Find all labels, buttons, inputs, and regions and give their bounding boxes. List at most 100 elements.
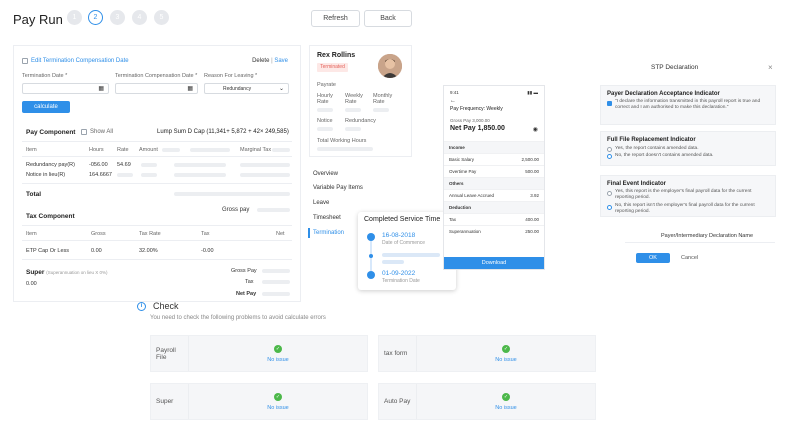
cancel-button[interactable]: Cancel	[681, 255, 698, 261]
step-1[interactable]: 1	[67, 10, 82, 25]
employee-card: Rex Rollins Terminated Payrate Hourly Ra…	[309, 45, 412, 157]
delete-link[interactable]: Delete	[252, 58, 269, 64]
payrate-label: Payrate	[317, 82, 336, 88]
compensation-date-label: Termination Compensation Date *	[115, 73, 198, 79]
notice-label: Notice	[317, 118, 333, 124]
check-name: Auto Pay	[379, 384, 417, 419]
tax-row-item: ETP Cap Or Less	[26, 248, 69, 254]
basic-salary-row: Basic Salary 2,500.00	[444, 153, 544, 165]
annual-leave-row: Annual Leave Accrued 3.92	[444, 189, 544, 201]
row-hours: -056.00	[89, 162, 108, 168]
status-badge: Terminated	[317, 63, 348, 72]
signal-icon: ▮▮ ▬	[527, 90, 538, 95]
step-3[interactable]: 3	[110, 10, 125, 25]
full-no-radio[interactable]	[607, 154, 612, 159]
column-tax-rate: Tax Rate	[139, 231, 161, 237]
download-button[interactable]: Download	[444, 257, 544, 269]
others-header: Others	[444, 177, 544, 189]
eye-icon[interactable]: ◉	[533, 126, 538, 133]
final-event-box: Final Event Indicator Yes, this report i…	[600, 175, 776, 217]
final-event-title: Final Event Indicator	[607, 181, 667, 187]
reason-select[interactable]: Redundancy ⌄	[204, 83, 289, 94]
annual-leave-label: Annual Leave Accrued	[449, 193, 495, 198]
check-name: tax form	[379, 336, 417, 371]
edit-date-checkbox[interactable]	[22, 58, 28, 64]
overtime-label: Overtime Pay	[449, 169, 477, 174]
column-hours: Hours	[89, 147, 104, 153]
summary-net-pay-label: Net Pay	[236, 291, 257, 297]
column-gross: Gross	[91, 231, 106, 237]
back-arrow-icon[interactable]: ←	[450, 98, 456, 104]
step-4[interactable]: 4	[132, 10, 147, 25]
step-2[interactable]: 2	[88, 10, 103, 25]
compensation-date-input[interactable]: ▦	[115, 83, 198, 94]
nav-timesheet[interactable]: Timesheet	[313, 215, 341, 221]
income-header: Income	[444, 141, 544, 153]
stp-title: STP Declaration	[651, 64, 699, 71]
check-card-tax-form: tax form ✓ No issue	[378, 335, 596, 372]
final-no-radio[interactable]	[607, 205, 612, 210]
gross-pay-label: Gross Pay	[450, 118, 472, 123]
check-title: Check	[153, 301, 179, 311]
gross-pay-value: 3,000.00	[472, 118, 490, 123]
termination-date-input[interactable]: ▦	[22, 83, 109, 94]
start-dot	[367, 233, 375, 241]
close-icon[interactable]: ×	[768, 63, 773, 72]
check-status: No issue	[267, 404, 289, 411]
edit-date-label[interactable]: Edit Termination Compensation Date	[31, 58, 129, 64]
end-dot	[367, 271, 375, 279]
phone-time: 9:41	[450, 90, 459, 95]
tax-component-title: Tax Component	[26, 213, 75, 220]
summary-tax-label: Tax	[245, 279, 254, 285]
start-date: 16-08-2018	[382, 232, 416, 239]
final-yes-radio[interactable]	[607, 191, 612, 196]
save-link[interactable]: Save	[274, 58, 288, 64]
column-item: Item	[26, 231, 37, 237]
payer-declaration-box: Payer Declaration Acceptance Indicator "…	[600, 85, 776, 125]
nav-termination[interactable]: Termination	[313, 230, 344, 236]
reason-value: Redundancy	[223, 86, 252, 92]
check-card-super: Super ✓ No issue	[150, 383, 368, 420]
income-label: Income	[449, 145, 465, 150]
check-subtitle: You need to check the following problems…	[150, 315, 326, 321]
refresh-button[interactable]: Refresh	[311, 10, 360, 27]
service-time-card: Completed Service Time 16-08-2018 Date o…	[358, 212, 456, 290]
ok-button[interactable]: OK	[636, 253, 670, 263]
tax-value: 400.00	[525, 217, 539, 222]
full-file-title: Full File Replacement Indicator	[607, 137, 696, 143]
check-circle-icon: ✓	[274, 392, 282, 401]
check-status: No issue	[267, 356, 289, 363]
nav-overview[interactable]: Overview	[313, 171, 338, 177]
full-yes-radio[interactable]	[607, 147, 612, 152]
payer-title: Payer Declaration Acceptance Indicator	[607, 91, 720, 97]
back-button[interactable]: Back	[364, 10, 412, 27]
basic-salary-value: 2,500.00	[521, 157, 539, 162]
avatar	[378, 54, 402, 78]
check-card-payroll-file: Payroll File ✓ No issue	[150, 335, 368, 372]
weekly-rate-label: Weekly Rate	[345, 93, 363, 105]
calculate-button[interactable]: calculate	[22, 101, 70, 113]
full-file-box: Full File Replacement Indicator Yes, the…	[600, 131, 776, 166]
super-title: Super (Superannuation on lieu X 0%)	[26, 269, 108, 276]
check-circle-icon: ✓	[502, 392, 510, 401]
hourly-rate-label: Hourly Rate	[317, 93, 333, 105]
total-hours-label: Total Working Hours	[317, 138, 367, 144]
calendar-icon: ▦	[187, 86, 193, 92]
nav-leave[interactable]: Leave	[313, 200, 329, 206]
tax-label: Tax	[449, 217, 457, 222]
termination-date-label: Termination Date *	[22, 73, 68, 79]
column-marginal-tax: Marginal Tax	[240, 147, 272, 153]
nav-variable-pay-items[interactable]: Variable Pay Items	[313, 185, 363, 191]
row-item: Notice in lieu(R)	[26, 172, 66, 178]
payslip-phone-preview: 9:41 ▮▮ ▬ ← Pay Frequency: Weekly Gross …	[443, 85, 545, 270]
check-name: Payroll File	[151, 336, 189, 371]
step-5[interactable]: 5	[154, 10, 169, 25]
end-date: 01-09-2022	[382, 270, 416, 277]
show-all-checkbox[interactable]	[81, 129, 87, 135]
column-rate: Rate	[117, 147, 129, 153]
check-name: Super	[151, 384, 189, 419]
payer-checkbox[interactable]	[607, 101, 612, 106]
chevron-down-icon: ⌄	[278, 86, 284, 92]
tax-row-rate: 32.00%	[139, 248, 158, 254]
deduction-header: Deduction	[444, 201, 544, 213]
